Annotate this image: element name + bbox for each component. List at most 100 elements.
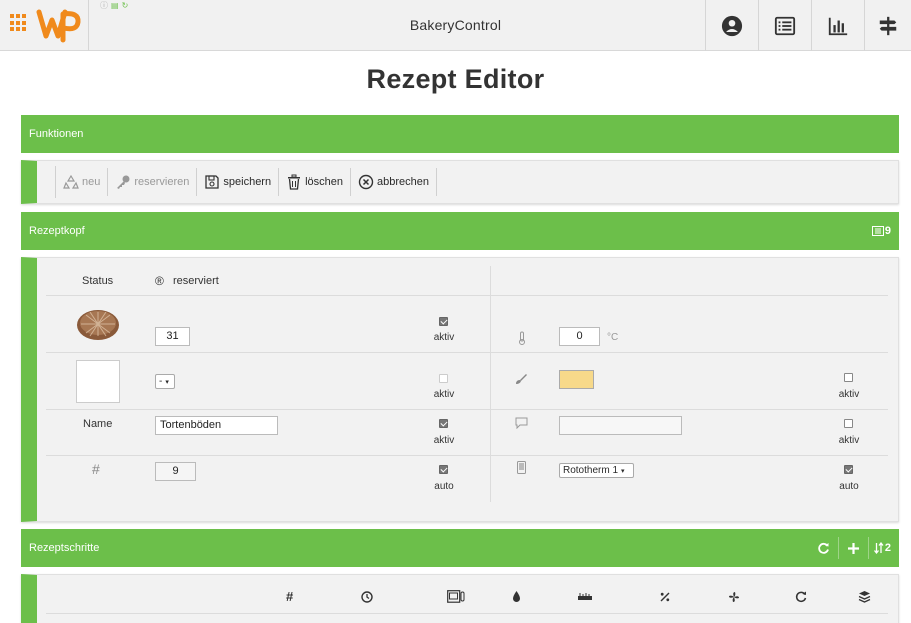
temperature-unit: °C xyxy=(607,332,619,343)
list-view-button[interactable] xyxy=(758,0,811,51)
statistics-button[interactable] xyxy=(811,0,864,51)
section-header-funktionen[interactable]: Funktionen xyxy=(21,115,899,153)
temperature-input[interactable]: 0 xyxy=(559,327,600,346)
step-number-column-header[interactable]: # xyxy=(286,589,293,604)
row-divider xyxy=(46,613,888,614)
chevron-down-icon: ▾ xyxy=(621,467,625,475)
user-button[interactable] xyxy=(705,0,758,51)
device-select[interactable]: Rototherm 1 ▾ xyxy=(559,463,634,478)
comment-input[interactable] xyxy=(559,416,682,435)
reserve-button[interactable]: reservieren xyxy=(108,168,198,196)
device-icon xyxy=(517,461,526,474)
row-divider xyxy=(46,352,888,353)
number-input[interactable]: 9 xyxy=(155,462,196,481)
status-mini-icons: ⓘ ▤ ↻ xyxy=(100,1,128,11)
refresh-icon[interactable] xyxy=(817,542,830,555)
sync-icon: ↻ xyxy=(121,1,129,10)
image-active-label: aktiv xyxy=(433,332,455,343)
cancel-label: abbrechen xyxy=(377,176,430,188)
cancel-button[interactable]: abbrechen xyxy=(351,168,438,196)
color-swatch[interactable] xyxy=(559,370,594,389)
small-select-active-checkbox[interactable] xyxy=(439,374,448,383)
recipe-image[interactable] xyxy=(76,306,120,342)
name-label: Name xyxy=(83,418,113,430)
oven-icon[interactable] xyxy=(447,590,465,603)
small-select-active-label: aktiv xyxy=(433,389,455,400)
image-active-checkbox[interactable] xyxy=(439,317,448,326)
device-auto-checkbox[interactable] xyxy=(844,465,853,474)
close-circle-icon xyxy=(358,174,374,190)
add-icon[interactable] xyxy=(847,542,860,555)
sort-icon[interactable] xyxy=(873,542,884,554)
section-title: Rezeptkopf xyxy=(29,225,85,237)
section-header-rezeptschritte[interactable]: Rezeptschritte 2 xyxy=(21,529,899,567)
drop-icon[interactable] xyxy=(512,590,521,603)
thermometer-icon xyxy=(519,331,525,345)
column-divider xyxy=(490,266,491,502)
rezeptkopf-count-badge: 9 xyxy=(871,212,891,250)
section-header-rezeptkopf[interactable]: Rezeptkopf 9 xyxy=(21,212,899,250)
ruler-icon[interactable] xyxy=(578,593,592,600)
recycle-icon xyxy=(63,174,79,189)
status-value: reserviert xyxy=(173,275,219,287)
key-icon xyxy=(117,175,130,189)
small-select-value: - xyxy=(159,376,163,387)
clock-icon[interactable] xyxy=(361,591,373,603)
color-active-label: aktiv xyxy=(838,389,860,400)
top-bar: ⓘ ▤ ↻ BakeryControl xyxy=(0,0,911,51)
functions-panel: neu reservieren speichern löschen abbrec… xyxy=(21,160,899,204)
recipe-header-panel: Status ® reserviert 31 aktiv 0 °C - ▾ ak… xyxy=(21,257,899,522)
settings-button[interactable] xyxy=(864,0,911,51)
rezeptkopf-count: 9 xyxy=(884,225,891,237)
fan-icon[interactable] xyxy=(728,591,740,603)
signpost-icon xyxy=(879,16,897,35)
image-number-input[interactable]: 31 xyxy=(155,327,190,346)
divider xyxy=(837,537,839,559)
save-button[interactable]: speichern xyxy=(197,168,280,196)
device-select-value: Rototherm 1 xyxy=(563,465,619,476)
name-input[interactable]: Tortenböden xyxy=(155,416,278,435)
trash-icon xyxy=(288,174,301,190)
list-icon xyxy=(871,226,884,236)
function-toolbar: neu reservieren speichern löschen abbrec… xyxy=(55,166,438,198)
row-divider xyxy=(46,455,888,456)
user-icon xyxy=(721,15,743,36)
page-title: Rezept Editor xyxy=(366,64,545,94)
floppy-disk-icon xyxy=(205,175,220,189)
delete-label: löschen xyxy=(305,176,344,188)
name-active-checkbox[interactable] xyxy=(439,419,448,428)
new-button[interactable]: neu xyxy=(56,168,109,196)
rezeptschritte-actions: 2 xyxy=(817,529,891,567)
recipe-steps-panel: # xyxy=(21,574,899,623)
small-select[interactable]: - ▾ xyxy=(155,374,175,389)
save-label: speichern xyxy=(223,176,272,188)
list-icon: ▤ xyxy=(111,1,119,10)
section-title: Funktionen xyxy=(29,128,84,140)
percent-icon[interactable] xyxy=(660,592,670,602)
delete-button[interactable]: löschen xyxy=(279,168,352,196)
comment-icon xyxy=(515,417,528,429)
color-active-checkbox[interactable] xyxy=(844,373,853,382)
comment-active-checkbox[interactable] xyxy=(844,419,853,428)
comment-active-label: aktiv xyxy=(838,435,860,446)
reserve-label: reservieren xyxy=(134,176,190,188)
number-auto-checkbox[interactable] xyxy=(439,465,448,474)
list-icon xyxy=(774,16,796,35)
hash-icon: # xyxy=(92,461,100,477)
layers-icon[interactable] xyxy=(858,590,871,603)
divider xyxy=(867,537,869,559)
paint-brush-icon xyxy=(516,374,527,384)
section-title: Rezeptschritte xyxy=(29,542,100,554)
registered-icon: ® xyxy=(155,274,164,288)
chevron-down-icon: ▾ xyxy=(165,378,169,386)
secondary-image-box[interactable] xyxy=(76,360,120,403)
new-label: neu xyxy=(82,176,101,188)
status-label: Status xyxy=(82,275,114,287)
device-auto-label: auto xyxy=(839,481,859,492)
refresh-icon[interactable] xyxy=(795,591,807,603)
number-auto-label: auto xyxy=(434,481,454,492)
bar-chart-icon xyxy=(828,17,848,35)
info-icon: ⓘ xyxy=(100,1,108,10)
row-divider xyxy=(46,409,888,410)
row-divider xyxy=(46,295,888,296)
